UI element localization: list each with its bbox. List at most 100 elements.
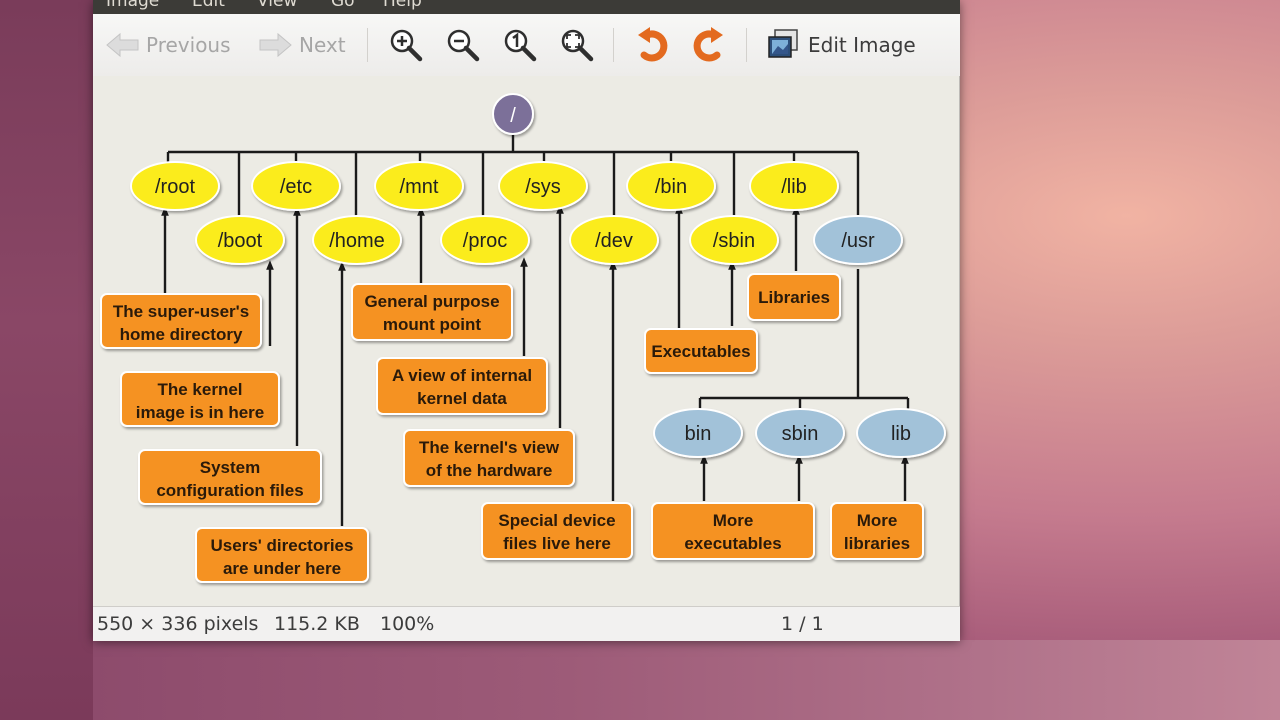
svg-text:Libraries: Libraries (758, 288, 830, 307)
zoom-in-button[interactable] (388, 14, 424, 76)
svg-text:The super-user's: The super-user's (113, 302, 249, 321)
svg-text:/proc: /proc (463, 230, 507, 252)
zoom-fit-icon (561, 29, 594, 62)
next-label: Next (299, 33, 346, 57)
svg-text:of the hardware: of the hardware (426, 461, 553, 480)
dir-node-usr-bin: bin (653, 408, 743, 458)
zoom-in-icon (390, 29, 423, 62)
desc-bin-sbin: Executables (644, 328, 758, 374)
svg-text:/etc: /etc (280, 176, 312, 198)
desc-etc: System configuration files (138, 449, 322, 505)
page-indicator: 1 / 1 (781, 613, 824, 635)
svg-text:/root: /root (155, 176, 195, 198)
svg-text:bin: bin (685, 423, 712, 445)
dir-node-proc: /proc (440, 215, 530, 265)
menu-view[interactable]: View (257, 0, 297, 11)
dir-node-lib: /lib (749, 161, 839, 211)
svg-text:home directory: home directory (120, 325, 243, 344)
svg-text:/usr: /usr (841, 230, 875, 252)
image-dimensions: 550 × 336 pixels (97, 613, 259, 635)
desc-usr-bin-sbin: More executables (651, 502, 815, 560)
svg-text:/lib: /lib (781, 176, 807, 198)
svg-text:The kernel's view: The kernel's view (419, 438, 560, 457)
svg-text:Users' directories: Users' directories (211, 536, 354, 555)
svg-text:/sys: /sys (525, 176, 561, 198)
zoom-level: 100% (380, 613, 435, 635)
menu-go[interactable]: Go (331, 0, 355, 11)
toolbar-separator (367, 28, 368, 62)
image-canvas: / /root /etc /mnt /sys /bin /lib /boot /… (93, 76, 960, 606)
rotate-right-icon (693, 27, 723, 62)
image-viewer-window: Image Edit View Go Help Previous Next Ed… (93, 0, 960, 641)
dir-node-boot: /boot (195, 215, 285, 265)
dir-node-usr-lib: lib (856, 408, 946, 458)
edit-image-icon (768, 29, 798, 58)
zoom-out-button[interactable] (445, 14, 481, 76)
svg-text:executables: executables (684, 534, 781, 553)
previous-button[interactable]: Previous (105, 14, 231, 76)
svg-text:Special device: Special device (498, 511, 615, 530)
next-button[interactable]: Next (257, 14, 346, 76)
dir-node-usr: /usr (813, 215, 903, 265)
desc-boot: The kernel image is in here (120, 371, 280, 427)
svg-text:libraries: libraries (844, 534, 910, 553)
svg-text:Executables: Executables (651, 342, 750, 361)
zoom-normal-button[interactable] (502, 14, 538, 76)
toolbar-separator (613, 28, 614, 62)
statusbar: 550 × 336 pixels 115.2 KB 100% 1 / 1 (93, 606, 960, 641)
svg-text:System: System (200, 458, 260, 477)
dir-node-etc: /etc (251, 161, 341, 211)
svg-text:lib: lib (891, 423, 911, 445)
desc-usr-lib: More libraries (830, 502, 924, 560)
desc-dev: Special device files live here (481, 502, 633, 560)
dir-node-home: /home (312, 215, 402, 265)
dir-node-usr-sbin: sbin (755, 408, 845, 458)
svg-text:/: / (510, 105, 516, 127)
previous-label: Previous (146, 33, 231, 57)
rotate-left-button[interactable] (635, 14, 671, 76)
svg-text:/mnt: /mnt (400, 176, 439, 198)
rotate-left-icon (638, 27, 668, 62)
svg-text:General purpose: General purpose (364, 292, 499, 311)
dir-node-dev: /dev (569, 215, 659, 265)
svg-text:A view of internal: A view of internal (392, 366, 532, 385)
zoom-normal-icon (504, 29, 537, 62)
dir-node-bin: /bin (626, 161, 716, 211)
svg-text:More: More (713, 511, 754, 530)
svg-text:/sbin: /sbin (713, 230, 755, 252)
toolbar: Previous Next Edit Image (93, 14, 960, 77)
menu-image[interactable]: Image (106, 0, 159, 11)
edit-image-button[interactable]: Edit Image (766, 14, 916, 76)
svg-text:/dev: /dev (595, 230, 633, 252)
desc-mnt: General purpose mount point (351, 283, 513, 341)
svg-text:files live here: files live here (503, 534, 611, 553)
file-size: 115.2 KB (274, 613, 360, 635)
desktop-background-bottom (93, 640, 1280, 720)
svg-text:image is in here: image is in here (136, 403, 265, 422)
svg-text:sbin: sbin (782, 423, 819, 445)
dir-node-mnt: /mnt (374, 161, 464, 211)
arrow-right-icon (259, 32, 292, 58)
zoom-out-icon (447, 29, 480, 62)
svg-text:are under here: are under here (223, 559, 341, 578)
svg-text:configuration files: configuration files (156, 481, 303, 500)
dir-node-sbin: /sbin (689, 215, 779, 265)
dir-node-sys: /sys (498, 161, 588, 211)
arrow-left-icon (106, 32, 139, 58)
root-node: / (492, 93, 534, 135)
edit-image-label: Edit Image (808, 33, 916, 57)
svg-text:kernel data: kernel data (417, 389, 507, 408)
desc-root: The super-user's home directory (100, 293, 262, 349)
svg-text:mount point: mount point (383, 315, 482, 334)
svg-text:The kernel: The kernel (157, 380, 242, 399)
zoom-fit-button[interactable] (559, 14, 595, 76)
svg-text:/boot: /boot (218, 230, 263, 252)
svg-text:More: More (857, 511, 898, 530)
desc-proc: A view of internal kernel data (376, 357, 548, 415)
toolbar-separator (746, 28, 747, 62)
menu-edit[interactable]: Edit (192, 0, 225, 11)
desc-lib: Libraries (747, 273, 841, 321)
rotate-right-button[interactable] (690, 14, 726, 76)
menu-help[interactable]: Help (383, 0, 422, 11)
desktop-background (0, 0, 93, 720)
